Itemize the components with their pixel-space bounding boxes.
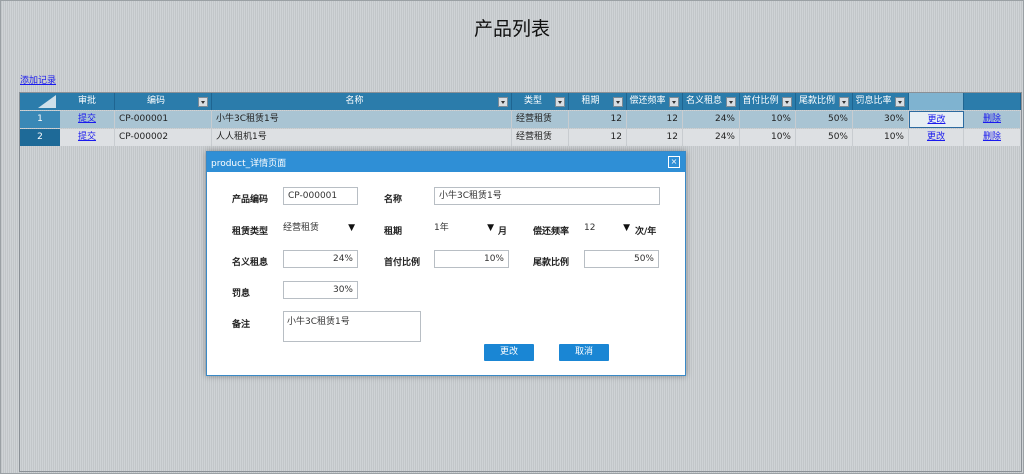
cell-name: 人人租机1号 xyxy=(212,129,512,146)
chevron-down-icon: ▼ xyxy=(487,223,494,233)
col-header-delete xyxy=(964,93,1021,110)
col-header-code[interactable]: 编码 xyxy=(115,93,212,110)
filter-dropdown-icon[interactable] xyxy=(613,97,623,107)
filter-dropdown-icon[interactable] xyxy=(555,97,565,107)
col-header-down[interactable]: 首付比例 xyxy=(740,93,796,110)
col-header-tail[interactable]: 尾款比例 xyxy=(796,93,853,110)
grid-corner[interactable] xyxy=(20,93,60,110)
cell-down: 10% xyxy=(740,129,796,146)
col-header-name[interactable]: 名称 xyxy=(212,93,512,110)
repay-freq-select[interactable]: 12 ▼ xyxy=(584,219,633,237)
cell-rate: 24% xyxy=(683,129,740,146)
cancel-button[interactable]: 取消 xyxy=(559,344,609,361)
edit-link[interactable]: 更改 xyxy=(927,132,945,142)
filter-dropdown-icon[interactable] xyxy=(198,97,208,107)
lease-type-select[interactable]: 经营租赁 ▼ xyxy=(283,219,358,237)
filter-dropdown-icon[interactable] xyxy=(895,97,905,107)
cell-type: 经营租赁 xyxy=(512,129,569,146)
col-header-edit xyxy=(909,93,964,110)
cell-type: 经营租赁 xyxy=(512,111,569,128)
label-term: 租期 xyxy=(384,227,403,237)
cell-name: 小牛3C租赁1号 xyxy=(212,111,512,128)
cell-penalty: 30% xyxy=(853,111,909,128)
term-value: 1年 xyxy=(434,223,449,233)
repay-freq-value: 12 xyxy=(584,223,596,233)
cell-freq: 12 xyxy=(627,111,683,128)
cell-freq: 12 xyxy=(627,129,683,146)
product-code-field[interactable]: CP-000001 xyxy=(283,187,358,205)
edit-link[interactable]: 更改 xyxy=(927,115,945,125)
row-number[interactable]: 1 xyxy=(20,111,60,128)
close-icon[interactable]: × xyxy=(668,156,680,168)
filter-dropdown-icon[interactable] xyxy=(726,97,736,107)
cell-penalty: 10% xyxy=(853,129,909,146)
penalty-field[interactable]: 30% xyxy=(283,281,358,299)
label-down-payment: 首付比例 xyxy=(384,258,421,268)
label-lease-type: 租赁类型 xyxy=(232,227,269,237)
chevron-down-icon: ▼ xyxy=(623,223,630,233)
dialog-title: product_详情页面 xyxy=(211,159,287,169)
term-unit: 月 xyxy=(498,227,508,237)
name-field[interactable]: 小牛3C租赁1号 xyxy=(434,187,660,205)
add-record-link[interactable]: 添加记录 xyxy=(20,73,56,86)
chevron-down-icon: ▼ xyxy=(348,223,355,233)
submit-link[interactable]: 提交 xyxy=(78,132,96,142)
row-number[interactable]: 2 xyxy=(20,129,60,146)
nominal-rate-field[interactable]: 24% xyxy=(283,250,358,268)
remark-textarea[interactable]: 小牛3C租赁1号 xyxy=(283,311,421,342)
label-tail-payment: 尾款比例 xyxy=(533,258,570,268)
cell-down: 10% xyxy=(740,111,796,128)
cell-code: CP-000002 xyxy=(115,129,212,146)
cell-rate: 24% xyxy=(683,111,740,128)
dialog-header: product_详情页面 × xyxy=(207,152,685,172)
submit-link[interactable]: 提交 xyxy=(78,114,96,124)
label-product-code: 产品编码 xyxy=(232,195,269,205)
filter-dropdown-icon[interactable] xyxy=(498,97,508,107)
label-remark: 备注 xyxy=(232,320,251,330)
col-header-rate[interactable]: 名义租息 xyxy=(683,93,740,110)
tail-payment-field[interactable]: 50% xyxy=(584,250,659,268)
col-header-type[interactable]: 类型 xyxy=(512,93,569,110)
cell-code: CP-000001 xyxy=(115,111,212,128)
filter-dropdown-icon[interactable] xyxy=(669,97,679,107)
page-title: 产品列表 xyxy=(473,18,550,40)
col-header-freq[interactable]: 偿还频率 xyxy=(627,93,683,110)
product-detail-dialog: product_详情页面 × 产品编码 CP-000001 名称 小牛3C租赁1… xyxy=(206,151,686,376)
lease-type-value: 经营租赁 xyxy=(283,223,320,233)
col-header-penalty[interactable]: 罚息比率 xyxy=(853,93,909,110)
cell-term: 12 xyxy=(569,129,627,146)
term-select[interactable]: 1年 ▼ xyxy=(434,219,497,237)
cell-term: 12 xyxy=(569,111,627,128)
down-payment-field[interactable]: 10% xyxy=(434,250,509,268)
cell-tail: 50% xyxy=(796,129,853,146)
save-button[interactable]: 更改 xyxy=(484,344,534,361)
label-repay-freq: 偿还频率 xyxy=(533,227,570,237)
table-row[interactable]: 提交 CP-000002 人人租机1号 经营租赁 12 12 24% 10% 5… xyxy=(60,129,1021,146)
label-name: 名称 xyxy=(384,195,403,205)
delete-link[interactable]: 删除 xyxy=(983,132,1001,142)
filter-dropdown-icon[interactable] xyxy=(782,97,792,107)
delete-link[interactable]: 删除 xyxy=(983,114,1001,124)
label-nominal-rate: 名义租息 xyxy=(232,258,269,268)
cell-tail: 50% xyxy=(796,111,853,128)
col-header-approve[interactable]: 审批 xyxy=(60,93,115,110)
repay-freq-unit: 次/年 xyxy=(635,227,657,237)
table-row[interactable]: 提交 CP-000001 小牛3C租赁1号 经营租赁 12 12 24% 10%… xyxy=(60,111,1021,128)
filter-dropdown-icon[interactable] xyxy=(839,97,849,107)
col-header-term[interactable]: 租期 xyxy=(569,93,627,110)
label-penalty: 罚息 xyxy=(232,289,251,299)
select-all-icon xyxy=(38,95,56,108)
